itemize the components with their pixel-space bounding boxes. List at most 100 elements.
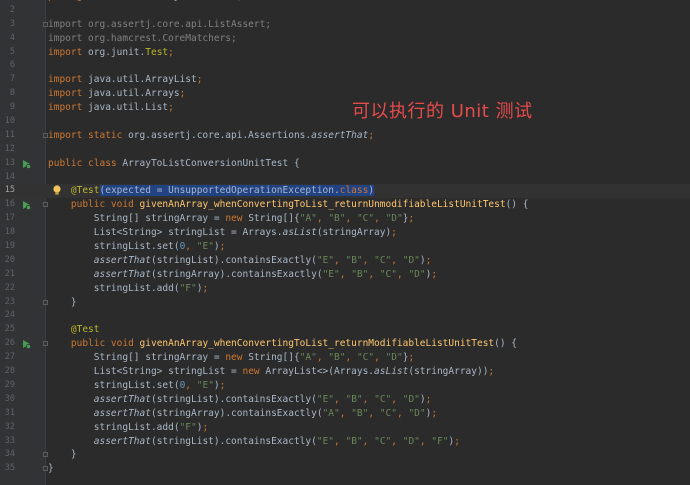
code-line[interactable]: 31 assertThat(stringArray).containsExact… (0, 407, 690, 421)
code-token: ; (425, 254, 432, 266)
code-token: ; (237, 0, 243, 2)
code-token: ; (219, 379, 226, 391)
code-token: (stringArray) (316, 227, 392, 239)
code-line[interactable]: 19 stringList.set(0, "E"); (0, 240, 690, 254)
line-number: 17 (4, 213, 15, 224)
code-token: List<String> stringList = Arrays. (48, 227, 283, 239)
code-line[interactable]: 8 import java.util.Arrays; (0, 87, 690, 101)
code-token: } (48, 296, 77, 308)
code-token: assertThat (93, 393, 151, 405)
code-text: } (48, 296, 77, 310)
code-line[interactable]: 22 stringList.add("F"); (0, 282, 690, 296)
line-number: 32 (4, 421, 15, 432)
code-text: import java.util.ArrayList; (48, 73, 202, 87)
line-number: 12 (4, 143, 15, 154)
code-token: "E" (316, 393, 335, 405)
code-line[interactable]: 26 public void givenAnArray_whenConverti… (0, 337, 690, 351)
code-token: ArrayList<>(Arrays. (265, 366, 375, 378)
code-token: , (374, 213, 386, 225)
code-text: import java.util.Arrays; (48, 87, 185, 101)
code-token: "E" (316, 254, 335, 266)
code-text: List<String> stringList = Arrays.asList(… (48, 226, 397, 240)
code-token: public void (70, 199, 140, 211)
code-line[interactable]: 9 import java.util.List; (0, 101, 690, 115)
code-line[interactable]: 13 public class ArrayToListConversionUnit… (0, 157, 690, 171)
code-line[interactable]: 18 List<String> stringList = Arrays.asLi… (0, 226, 690, 240)
line-number: 16 (4, 199, 15, 210)
code-text: assertThat(stringArray).containsExactly(… (48, 407, 437, 421)
code-token: "D" (408, 407, 426, 419)
code-line[interactable]: 33 assertThat(stringList).containsExactl… (0, 435, 690, 449)
code-line[interactable]: 3 import org.assertj.core.api.ListAssert; (0, 18, 690, 32)
code-token: ; (168, 102, 174, 114)
code-line[interactable]: 12 (0, 143, 690, 157)
code-line[interactable]: 11 import static org.assertj.core.api.Ass… (0, 129, 690, 143)
code-token: , (362, 254, 375, 266)
code-line[interactable]: 16 public void givenAnArray_whenConverti… (0, 198, 690, 212)
code-editor[interactable]: 1package com.ossez.arrayconversion;23imp… (0, 0, 690, 476)
code-token: new (225, 213, 249, 225)
code-token: (stringList).containsExactly( (150, 393, 317, 405)
code-token: , (334, 435, 346, 447)
code-token: "B" (351, 407, 369, 419)
code-line[interactable]: 6 (0, 59, 690, 73)
code-line[interactable]: 7 import java.util.ArrayList; (0, 73, 690, 87)
code-token: "A" (322, 407, 340, 419)
line-number: 21 (4, 268, 15, 279)
code-token: () { (505, 199, 529, 211)
code-token: ; (425, 393, 432, 405)
code-line[interactable]: 10 (0, 115, 690, 129)
line-number: 11 (4, 129, 15, 140)
annotation-note: 可以执行的 Unit 测试 (352, 101, 533, 122)
code-line[interactable]: 25 @Test (0, 323, 690, 337)
code-line[interactable]: 28 List<String> stringList = new ArrayLi… (0, 365, 690, 379)
code-line[interactable]: 32 stringList.add("F"); (0, 421, 690, 435)
code-line[interactable]: 4 import org.hamcrest.CoreMatchers; (0, 32, 690, 46)
code-line[interactable]: 24 (0, 309, 690, 323)
code-token: "C" (356, 352, 375, 364)
code-line[interactable]: 20 assertThat(stringList).containsExactl… (0, 254, 690, 268)
code-token: , (362, 435, 375, 447)
code-line[interactable]: 2 (0, 4, 690, 18)
code-line[interactable]: 34 } (0, 448, 690, 462)
code-line[interactable]: 14 (0, 171, 690, 185)
code-token: "B" (345, 254, 363, 266)
code-token: , (316, 213, 329, 225)
line-number: 22 (4, 282, 15, 293)
code-line[interactable]: 5 import org.junit.Test; (0, 46, 690, 60)
line-number: 4 (9, 32, 15, 43)
code-token: (stringArray)) (408, 366, 489, 378)
code-token: , (391, 393, 403, 405)
code-line[interactable]: 35} (0, 462, 690, 476)
code-line[interactable]: 15 @Test(expected = UnsupportedOperation… (0, 184, 690, 199)
run-test-icon[interactable] (21, 159, 31, 169)
code-line[interactable]: 29 stringList.set(0, "E"); (0, 379, 690, 393)
code-line[interactable]: 27 String[] stringArray = new String[]{"… (0, 351, 690, 365)
code-token: givenAnArray_whenConvertingToList_return… (139, 199, 506, 211)
code-text: assertThat(stringList).containsExactly("… (48, 254, 432, 268)
code-token: "F" (179, 282, 197, 294)
code-token: , (368, 407, 380, 419)
code-line[interactable]: 30 assertThat(stringList).containsExactl… (0, 393, 690, 407)
code-token: import (48, 46, 89, 58)
code-token: , (316, 352, 329, 364)
code-token: public void (70, 338, 140, 350)
code-token: ; (219, 241, 226, 253)
code-token: (stringArray).containsExactly( (150, 268, 323, 280)
code-token: @Test (70, 324, 100, 336)
code-line[interactable]: 23 } (0, 296, 690, 310)
code-token: assertThat (93, 268, 151, 280)
run-test-icon[interactable] (21, 200, 31, 211)
code-line[interactable]: 17 String[] stringArray = new String[]{"… (0, 212, 690, 226)
code-line[interactable]: 21 assertThat(stringArray).containsExact… (0, 268, 690, 282)
code-token: class (339, 185, 369, 197)
run-test-icon[interactable] (21, 339, 31, 350)
code-token: java.util.Arrays (88, 88, 180, 100)
line-number: 33 (4, 435, 15, 446)
code-token: "A" (299, 352, 317, 364)
code-token: com.ossez.arrayconversion (94, 0, 237, 2)
code-token: } (48, 463, 54, 475)
